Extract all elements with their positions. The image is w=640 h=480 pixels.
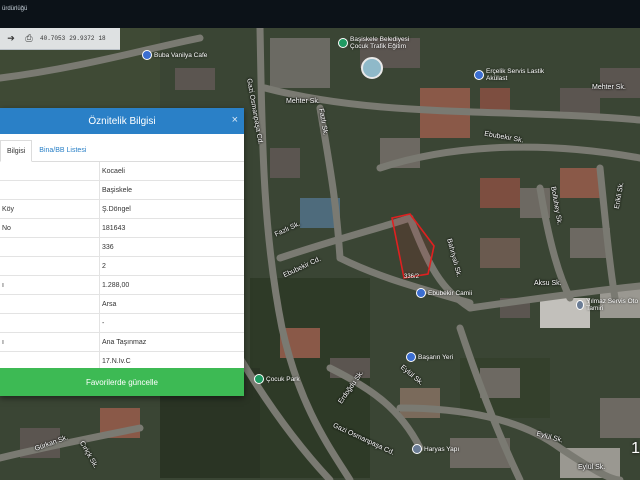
table-row: Arsa xyxy=(0,295,244,314)
road-label: Aksu Sk. xyxy=(534,280,562,287)
zoom-readout: 18 xyxy=(98,35,106,42)
pin-icon xyxy=(412,444,422,454)
brand-text: ürdürlüğü xyxy=(2,6,28,12)
poi-marker[interactable]: Buba Vanilya Cafe xyxy=(142,50,207,60)
tab-parcel-info[interactable]: Bilgisi xyxy=(0,140,33,162)
road-label: Mehter Sk. xyxy=(592,84,626,91)
table-row: Kocaeli xyxy=(0,162,244,181)
panel-tabs: Bilgisi Bina/BB Listesi xyxy=(0,134,244,162)
poi-marker[interactable]: Çocuk Park xyxy=(254,374,300,384)
pin-icon xyxy=(142,50,152,60)
pin-icon xyxy=(576,300,585,310)
pin-icon xyxy=(406,352,416,362)
update-favorites-button[interactable]: Favorilerde güncelle xyxy=(0,368,244,396)
row-value: Arsa xyxy=(102,300,117,308)
print-icon[interactable]: ⎙ xyxy=(22,32,36,46)
table-row: - xyxy=(0,314,244,333)
map-toolbar: ➔ ⎙ 40.7053 29.9372 18 xyxy=(0,28,120,50)
row-value: 1.288,00 xyxy=(102,281,130,289)
row-key: Köy xyxy=(0,200,100,218)
close-icon[interactable]: × xyxy=(232,114,238,126)
row-value: Ş.Döngel xyxy=(102,205,131,213)
row-value: Kocaeli xyxy=(102,167,125,175)
pin-icon xyxy=(416,288,426,298)
row-key xyxy=(0,295,100,313)
pin-icon xyxy=(254,374,264,384)
parcel-label: 336/2 xyxy=(404,274,420,280)
arrow-right-icon[interactable]: ➔ xyxy=(4,32,18,46)
row-value: Başiskele xyxy=(102,186,132,194)
pin-icon xyxy=(474,70,484,80)
corner-number: 1 xyxy=(631,440,640,457)
poi-marker[interactable]: Erçelik Servis Lastik Akülast xyxy=(474,68,546,82)
row-key xyxy=(0,181,100,199)
panel-title: Öznitelik Bilgisi xyxy=(88,115,156,127)
row-value: 336 xyxy=(102,243,114,251)
poi-marker[interactable]: Yılmaz Servis Oto Tamiri xyxy=(576,298,640,312)
row-key: ı xyxy=(0,333,100,351)
table-row: ı Ana Taşınmaz xyxy=(0,333,244,352)
attribute-info-panel: Öznitelik Bilgisi × Bilgisi Bina/BB List… xyxy=(0,108,244,396)
tab-building-list[interactable]: Bina/BB Listesi xyxy=(32,139,93,161)
poi-marker[interactable]: Haryas Yapı xyxy=(412,444,459,454)
row-key xyxy=(0,257,100,275)
row-key: ı xyxy=(0,276,100,294)
panel-header: Öznitelik Bilgisi × xyxy=(0,108,244,134)
longitude-readout: 29.9372 xyxy=(69,35,95,42)
map-viewer: Gazi Osmanpaşa Cd. Mehter Sk. Mehter Sk.… xyxy=(0,0,640,480)
poi-marker[interactable]: Başiskele Belediyesi Çocuk Trafik Eğitim xyxy=(338,36,420,50)
latitude-readout: 40.7053 xyxy=(40,35,66,42)
table-row: 336 xyxy=(0,238,244,257)
pin-icon xyxy=(338,38,348,48)
row-key: No xyxy=(0,219,100,237)
top-bar: ürdürlüğü xyxy=(0,0,640,28)
table-row: Köy Ş.Döngel xyxy=(0,200,244,219)
table-row: ı 1.288,00 xyxy=(0,276,244,295)
attribute-table: Kocaeli Başiskele Köy Ş.Döngel No 181643 3… xyxy=(0,162,244,371)
row-key xyxy=(0,238,100,256)
row-value: 181643 xyxy=(102,224,126,232)
row-key xyxy=(0,162,100,180)
table-row: 2 xyxy=(0,257,244,276)
row-value: - xyxy=(102,319,105,327)
row-value: 2 xyxy=(102,262,106,270)
poi-marker[interactable]: Ebubekir Camii xyxy=(416,288,472,298)
road-label: Mehter Sk. xyxy=(286,98,320,105)
road-label: Eylül Sk. xyxy=(578,464,606,471)
poi-marker[interactable]: Başarın Yeri xyxy=(406,352,453,362)
row-value: Ana Taşınmaz xyxy=(102,338,147,346)
row-key xyxy=(0,314,100,332)
table-row: Başiskele xyxy=(0,181,244,200)
table-row: No 181643 xyxy=(0,219,244,238)
